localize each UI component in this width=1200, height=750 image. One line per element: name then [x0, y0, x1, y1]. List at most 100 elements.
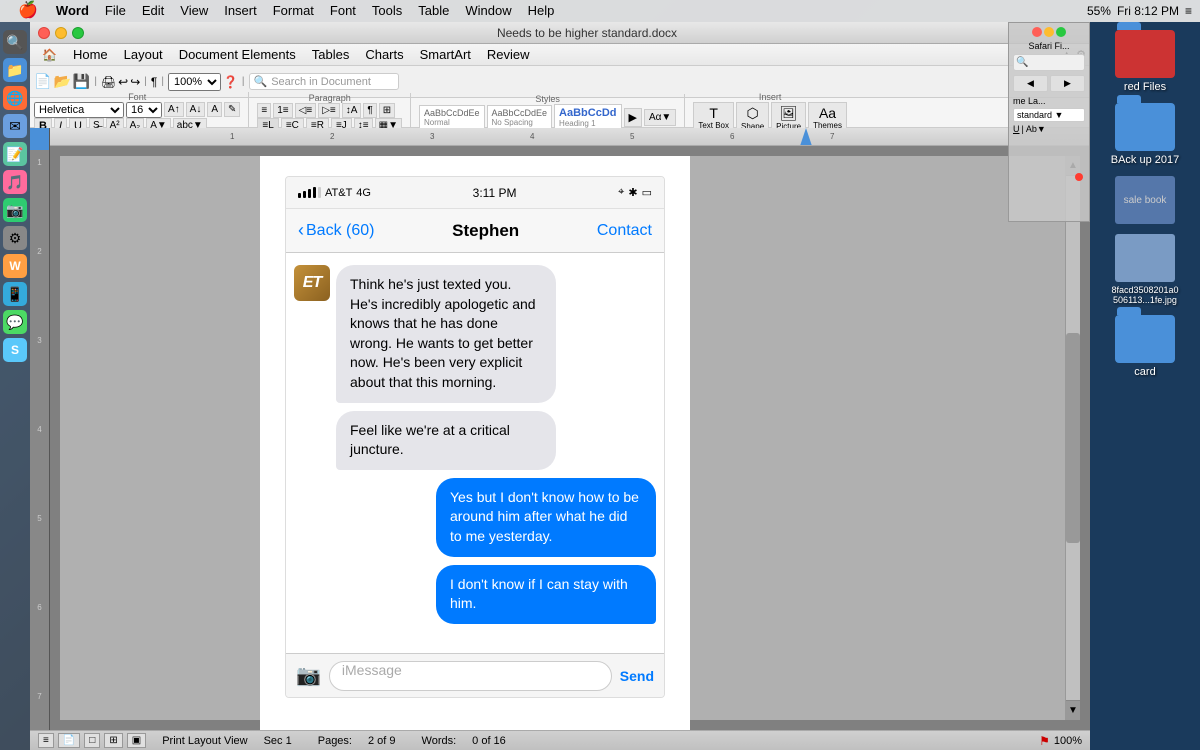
menu-view[interactable]: View: [172, 0, 216, 22]
menu-insert[interactable]: Insert: [216, 0, 265, 22]
scroll-track[interactable]: [1066, 176, 1080, 700]
imessage-input[interactable]: iMessage: [329, 661, 612, 691]
file-icon-sale: sale book: [1115, 176, 1175, 224]
numbered-btn[interactable]: 1≡: [273, 103, 292, 118]
word-menu-review[interactable]: Review: [479, 44, 538, 66]
outdent-btn[interactable]: ◁≡: [295, 103, 317, 118]
style-h1-label: Heading 1: [559, 119, 616, 128]
themes-icon: Aa: [819, 105, 836, 121]
view-btn-2[interactable]: 📄: [58, 733, 80, 748]
dock-settings[interactable]: ⚙: [3, 226, 27, 250]
scroll-thumb[interactable]: [1066, 333, 1080, 543]
save-btn[interactable]: 💾: [73, 73, 90, 90]
word-menu-home[interactable]: Home: [65, 44, 116, 66]
menu-table[interactable]: Table: [410, 0, 457, 22]
dock-mail[interactable]: ✉: [3, 114, 27, 138]
menu-tools[interactable]: Tools: [364, 0, 410, 22]
dock-facetime[interactable]: 📷: [3, 198, 27, 222]
font-size-select[interactable]: 16: [126, 102, 162, 118]
font-decrease-btn[interactable]: A↓: [186, 102, 206, 117]
apple-menu[interactable]: 🍎: [8, 0, 48, 22]
tb-red[interactable]: [1032, 27, 1042, 37]
menu-font[interactable]: Font: [322, 0, 364, 22]
dock-music[interactable]: 🎵: [3, 170, 27, 194]
page-ruler: 1 2 3 4 5 6 7: [30, 128, 50, 730]
open-btn[interactable]: 📂: [53, 73, 70, 90]
view-btn-5[interactable]: ▣: [127, 733, 146, 748]
send-button[interactable]: Send: [620, 668, 654, 684]
redo-btn[interactable]: ↪: [130, 75, 140, 89]
tb-btn-1[interactable]: ◀: [1013, 75, 1048, 92]
imessage-nav: ‹ Back (60) Stephen Contact: [286, 209, 664, 253]
sort-btn[interactable]: ↕A: [342, 103, 362, 118]
font-increase-btn[interactable]: A↑: [164, 102, 184, 117]
show-hide-btn[interactable]: ¶: [363, 103, 376, 118]
iphone-screenshot: AT&T 4G 3:11 PM ⌖ ✱ ▭: [285, 176, 665, 698]
file-icon-image: [1115, 234, 1175, 282]
word-menu-doc-elements[interactable]: Document Elements: [171, 44, 304, 66]
style-normal[interactable]: AaBbCcDdEe Normal: [419, 105, 485, 130]
desktop-folder-sale[interactable]: sale book: [1098, 176, 1192, 224]
word-menu-layout[interactable]: Layout: [116, 44, 171, 66]
desktop-folder-card[interactable]: card: [1098, 315, 1192, 378]
tb-btn-2[interactable]: ▶: [1050, 75, 1085, 92]
scrollbar[interactable]: ▲ ▼: [1065, 156, 1080, 720]
font-family-select[interactable]: Helvetica: [34, 102, 124, 118]
desktop-folder-image[interactable]: 8facd3508201a0 506113...1fe.jpg: [1098, 234, 1192, 305]
minimize-button[interactable]: [55, 27, 67, 39]
bullets-btn[interactable]: ≡: [257, 103, 271, 118]
desktop-folder-red-files[interactable]: red Files: [1098, 30, 1192, 93]
view-btn-1[interactable]: ≡: [38, 733, 54, 748]
styles-more-btn[interactable]: ▶: [624, 108, 642, 127]
toolbox-standard[interactable]: standard ▼: [1013, 108, 1085, 122]
folder-icon-card: [1115, 315, 1175, 363]
close-button[interactable]: [38, 27, 50, 39]
new-doc-btn[interactable]: 📄: [34, 73, 51, 90]
word-menu-smartart[interactable]: SmartArt: [412, 44, 479, 66]
dock-safari[interactable]: S: [3, 338, 27, 362]
status-right: ⌖ ✱ ▭: [618, 186, 652, 199]
page-content-area[interactable]: AT&T 4G 3:11 PM ⌖ ✱ ▭: [50, 146, 1090, 730]
undo-btn[interactable]: ↩: [118, 75, 128, 89]
dock-phone[interactable]: 📱: [3, 282, 27, 306]
menu-file[interactable]: File: [97, 0, 134, 22]
clear-format-btn[interactable]: A: [207, 102, 222, 117]
word-menu-tables[interactable]: Tables: [304, 44, 358, 66]
scroll-down-btn[interactable]: ▼: [1066, 700, 1080, 720]
dock-browser[interactable]: 🌐: [3, 86, 27, 110]
messages-container[interactable]: ET Think he's just texted you. He's incr…: [286, 253, 664, 653]
format-btn[interactable]: ¶: [151, 75, 157, 89]
desktop-folder-backup[interactable]: BAck up 2017: [1098, 103, 1192, 166]
maximize-button[interactable]: [72, 27, 84, 39]
dock-folder[interactable]: 📁: [3, 58, 27, 82]
print-btn[interactable]: 🖨: [101, 75, 116, 89]
word-menu-charts[interactable]: Charts: [357, 44, 411, 66]
style-heading1[interactable]: AaBbCcDd Heading 1: [554, 104, 621, 131]
menu-help[interactable]: Help: [520, 0, 563, 22]
tb-yellow[interactable]: [1044, 27, 1054, 37]
underline-btn[interactable]: U: [1013, 124, 1020, 134]
borders-btn[interactable]: ⊞: [379, 103, 395, 118]
menu-format[interactable]: Format: [265, 0, 322, 22]
camera-icon[interactable]: 📷: [296, 663, 321, 688]
view-btn-4[interactable]: ⊞: [104, 733, 122, 748]
menu-window[interactable]: Window: [457, 0, 519, 22]
help-btn[interactable]: ❓: [223, 75, 238, 89]
indent-btn[interactable]: ▷≡: [318, 103, 340, 118]
styles-change-btn[interactable]: Aα▼: [644, 109, 676, 126]
menu-word[interactable]: Word: [48, 0, 97, 22]
back-button[interactable]: ‹ Back (60): [298, 220, 374, 241]
dock-notes[interactable]: 📝: [3, 142, 27, 166]
dock-messages[interactable]: 💬: [3, 310, 27, 334]
style-no-spacing[interactable]: AaBbCcDdEe No Spacing: [487, 105, 553, 130]
view-btn-3[interactable]: □: [84, 733, 100, 748]
menu-edit[interactable]: Edit: [134, 0, 172, 22]
zoom-select[interactable]: 100% 75% 150%: [168, 73, 221, 91]
search-bar[interactable]: 🔍 Search in Document: [249, 73, 399, 90]
tb-green[interactable]: [1056, 27, 1066, 37]
contact-link[interactable]: Contact: [597, 222, 652, 240]
dock-store[interactable]: W: [3, 254, 27, 278]
copy-format-btn[interactable]: ✎: [224, 102, 240, 117]
textbox-icon: T: [709, 105, 718, 121]
dock-finder[interactable]: 🔍: [3, 30, 27, 54]
